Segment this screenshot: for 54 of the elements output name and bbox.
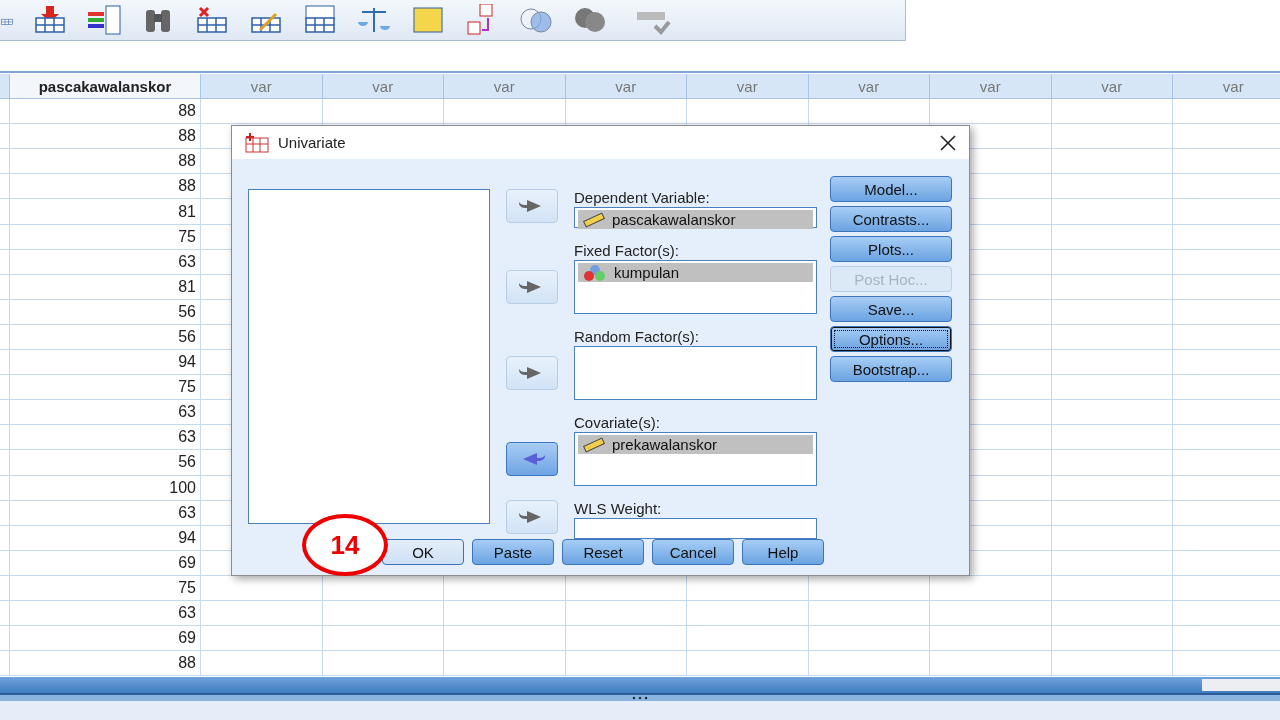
variable-item[interactable]: prekawalanskor bbox=[578, 435, 813, 454]
table-cell[interactable]: 94 bbox=[10, 525, 201, 551]
table-cell[interactable]: 100 bbox=[10, 475, 201, 501]
table-cell[interactable]: 69 bbox=[10, 550, 201, 576]
column-header[interactable]: var bbox=[444, 74, 566, 100]
table-cell[interactable]: 63 bbox=[10, 249, 201, 275]
column-header[interactable]: var bbox=[1051, 74, 1173, 100]
table-cell[interactable]: 56 bbox=[10, 324, 201, 351]
dialog-button[interactable]: Cancel bbox=[652, 539, 734, 565]
table-cell[interactable]: 81 bbox=[10, 274, 201, 300]
table-cell[interactable]: 94 bbox=[10, 350, 201, 376]
column-header[interactable]: var bbox=[1173, 74, 1280, 100]
table-cell[interactable]: 56 bbox=[10, 450, 201, 476]
column-header[interactable]: var bbox=[687, 74, 809, 100]
column-header[interactable]: var bbox=[201, 74, 323, 100]
table-cell[interactable]: 88 bbox=[10, 99, 201, 125]
dialog-button[interactable]: Reset bbox=[562, 539, 644, 565]
table-cell[interactable]: 56 bbox=[10, 299, 201, 325]
table-cell[interactable]: 88 bbox=[10, 174, 201, 200]
column-header[interactable]: var bbox=[930, 74, 1052, 100]
dialog-button[interactable]: Save... bbox=[830, 296, 952, 322]
field-label: Fixed Factor(s): bbox=[574, 242, 680, 260]
table-cell[interactable]: 63 bbox=[10, 600, 201, 627]
dialog-button[interactable]: Contrasts... bbox=[830, 206, 952, 232]
dialog-button[interactable]: Plots... bbox=[830, 236, 952, 262]
field-label: WLS Weight: bbox=[574, 500, 663, 518]
dialog-button[interactable]: Model... bbox=[830, 176, 952, 202]
dialog-button[interactable]: Paste bbox=[472, 539, 554, 565]
column-header[interactable]: var bbox=[322, 74, 444, 100]
table-cell[interactable]: 88 bbox=[10, 149, 201, 175]
field-label: Random Factor(s): bbox=[574, 328, 701, 346]
table-cell[interactable]: 63 bbox=[10, 400, 201, 426]
dialog-button[interactable]: Options... bbox=[830, 326, 952, 352]
table-cell[interactable]: 75 bbox=[10, 575, 201, 601]
table-cell[interactable]: 88 bbox=[10, 651, 201, 677]
table-cell[interactable]: 63 bbox=[10, 500, 201, 526]
dialog-button[interactable]: Bootstrap... bbox=[830, 356, 952, 382]
table-cell[interactable]: 81 bbox=[10, 199, 201, 225]
dialog-button[interactable]: OK bbox=[382, 539, 464, 565]
target-list[interactable]: kumpulan bbox=[574, 260, 817, 314]
table-cell[interactable]: 75 bbox=[10, 224, 201, 250]
table-cell[interactable]: 75 bbox=[10, 375, 201, 401]
variable-item[interactable]: kumpulan bbox=[578, 263, 813, 282]
dialog-button[interactable]: Help bbox=[742, 539, 824, 565]
table-cell[interactable]: 69 bbox=[10, 626, 201, 652]
dialog-title: Univariate bbox=[278, 134, 347, 151]
field-label: Covariate(s): bbox=[574, 414, 661, 432]
column-header[interactable]: var bbox=[808, 74, 930, 100]
column-header[interactable]: var bbox=[565, 74, 687, 100]
table-cell[interactable]: 88 bbox=[10, 124, 201, 150]
field-label: Dependent Variable: bbox=[574, 189, 711, 207]
target-list[interactable]: prekawalanskor bbox=[574, 432, 817, 486]
table-cell[interactable]: 63 bbox=[10, 425, 201, 451]
column-header[interactable]: pascakawalanskor bbox=[10, 74, 201, 100]
